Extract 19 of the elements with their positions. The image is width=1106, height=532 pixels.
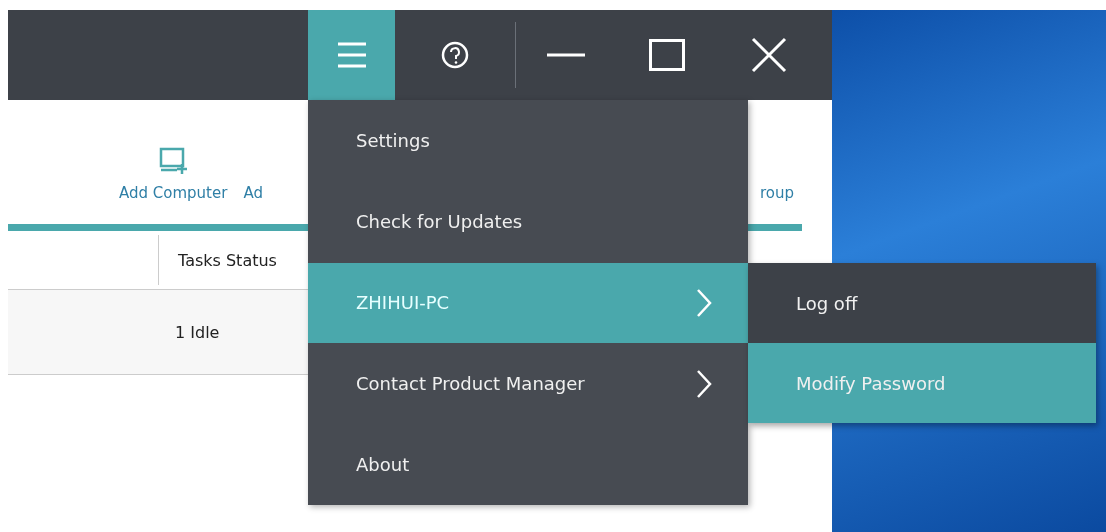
menu-item[interactable]: Check for Updates bbox=[308, 181, 748, 262]
menu-item[interactable]: Settings bbox=[308, 100, 748, 181]
maximize-icon bbox=[649, 39, 685, 71]
toolbar-item[interactable]: roup bbox=[759, 184, 794, 224]
chevron-right-icon bbox=[696, 287, 712, 318]
toolbar-item[interactable]: Ad bbox=[243, 184, 263, 224]
close-icon bbox=[751, 37, 787, 73]
menu-item[interactable]: Contact Product Manager bbox=[308, 343, 748, 424]
add-computer-icon bbox=[158, 146, 189, 174]
table-cell: 1 Idle bbox=[175, 322, 220, 342]
minimize-icon bbox=[547, 53, 585, 57]
menu-item[interactable]: About bbox=[308, 424, 748, 505]
menu-button[interactable] bbox=[308, 10, 395, 100]
help-icon bbox=[441, 41, 469, 69]
toolbar-item[interactable]: Add Computer bbox=[119, 146, 228, 224]
column-header: Tasks Status bbox=[178, 250, 277, 270]
chevron-right-icon bbox=[696, 368, 712, 399]
menu-item[interactable]: Log off bbox=[748, 263, 1096, 343]
menu-icon bbox=[335, 41, 368, 69]
